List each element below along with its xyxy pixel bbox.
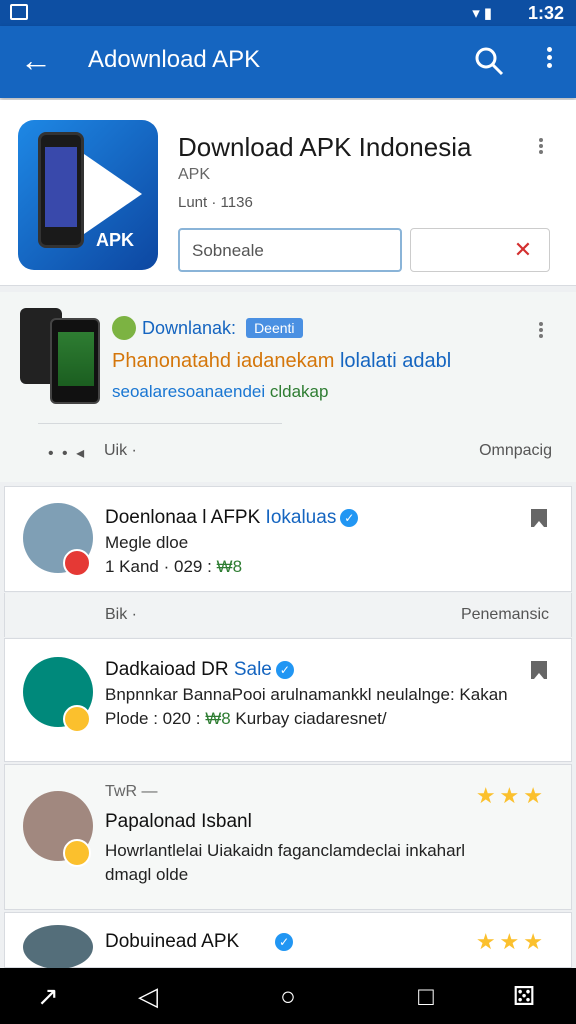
- comment-link[interactable]: Penemansic: [461, 606, 549, 624]
- system-nav-bar: ↗ ◁ ○ □ ⚄: [0, 968, 576, 1024]
- cancel-button[interactable]: ✕: [410, 228, 550, 272]
- bookmark-icon[interactable]: [531, 661, 547, 679]
- status-time: 1:32: [527, 3, 564, 23]
- verified-icon: ✓: [275, 932, 294, 951]
- rating-stars: ★★★: [475, 929, 547, 954]
- avatar: [23, 925, 93, 969]
- post-header: Downlanak: Deenti: [112, 316, 303, 340]
- post-author[interactable]: Downlanak:: [142, 318, 236, 339]
- status-bar: ▾▮ 1:32: [0, 0, 576, 26]
- back-icon[interactable]: ◁: [132, 980, 164, 1012]
- app-bar: ← Adownload APK: [0, 26, 576, 98]
- post-subtext: seoalaresoanaendei cldakap: [112, 382, 329, 401]
- list-item[interactable]: Doenlonaa l AFPK Iokaluas ✓ Megle dloe 1 …: [4, 486, 572, 592]
- signal-wifi-icon: ▾▮: [472, 5, 496, 22]
- author-icon: [112, 316, 136, 340]
- list-item[interactable]: Dadkaioad DR Sale ✓ Bnpnnkar BannaPooi ar…: [4, 638, 572, 762]
- item-meta: TwR —: [105, 783, 158, 800]
- badge-icon: [63, 839, 91, 867]
- search-icon[interactable]: [472, 44, 506, 78]
- post-text: Phanonatahd iadanekam lolalati adabl: [112, 350, 452, 372]
- item-actions: Bik · Penemansic: [4, 593, 572, 637]
- badge-icon: [63, 549, 91, 577]
- like-button[interactable]: Uik ·: [104, 442, 137, 460]
- post-tag[interactable]: Deenti: [246, 318, 303, 338]
- play-icon: [84, 154, 142, 234]
- app-meta: Lunt · 1136: [178, 194, 253, 211]
- recents-icon[interactable]: □: [410, 980, 442, 1012]
- app-developer: APK: [178, 166, 211, 183]
- overflow-menu-icon[interactable]: [542, 44, 556, 78]
- app-icon: APK: [18, 120, 158, 270]
- divider: [38, 423, 282, 424]
- comment-link[interactable]: Omnpacig: [479, 442, 552, 460]
- notification-icon: [10, 4, 28, 20]
- rating-stars: ★★★: [475, 783, 547, 808]
- list-item[interactable]: TwR — ★★★ Papalonad Isbanl Howrlantlelai…: [4, 764, 572, 910]
- post-overflow-icon[interactable]: [536, 320, 546, 344]
- install-button[interactable]: Sobneale: [178, 228, 402, 272]
- like-button[interactable]: Bik ·: [105, 606, 137, 624]
- close-icon: ✕: [513, 237, 533, 262]
- list-item[interactable]: Dobuinead APK ✓ ★★★: [4, 912, 572, 969]
- gift-icon[interactable]: ⚄: [508, 980, 540, 1012]
- page-title: Adownload APK: [88, 46, 261, 73]
- bookmark-icon[interactable]: [531, 509, 547, 527]
- back-arrow-icon[interactable]: ←: [20, 42, 54, 78]
- link-icon[interactable]: ↗: [32, 980, 64, 1012]
- badge-icon: [63, 705, 91, 733]
- post-actions: • • ◂ Uik · Omnpacig: [0, 440, 576, 468]
- verified-icon: ✓: [340, 508, 359, 527]
- post-thumbnail: [20, 308, 102, 404]
- home-icon[interactable]: ○: [272, 980, 304, 1012]
- card-overflow-icon[interactable]: [536, 136, 546, 160]
- app-title: Download APK Indonesia: [178, 132, 472, 162]
- share-icon[interactable]: • • ◂: [48, 443, 86, 463]
- verified-icon: ✓: [275, 660, 294, 679]
